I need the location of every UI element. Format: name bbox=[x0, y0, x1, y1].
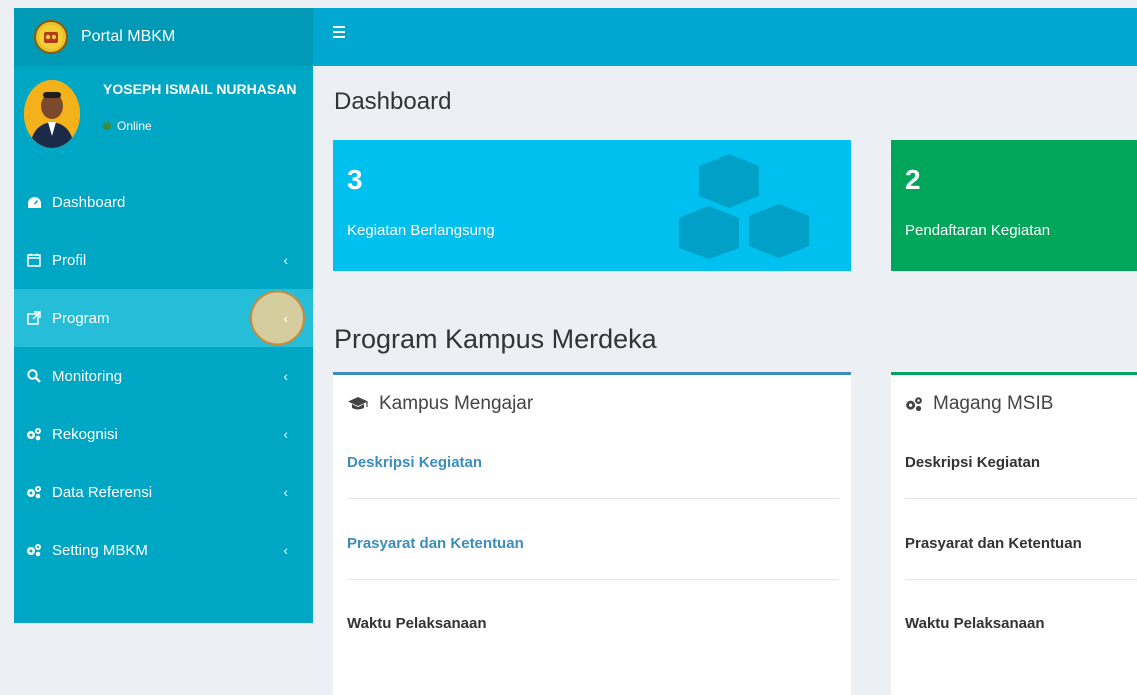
stat-box-kegiatan-berlangsung[interactable]: 3 Kegiatan Berlangsung bbox=[333, 140, 851, 271]
graduation-cap-icon bbox=[347, 396, 369, 412]
click-indicator bbox=[250, 290, 305, 346]
sidebar-item-label: Profil bbox=[52, 251, 87, 269]
university-logo bbox=[34, 20, 68, 54]
sidebar-item-monitoring[interactable]: Monitoring ‹ bbox=[14, 347, 313, 405]
sidebar-item-rekognisi[interactable]: Rekognisi ‹ bbox=[14, 405, 313, 463]
main-content: Dashboard 3 Kegiatan Berlangsung 2 Penda… bbox=[313, 66, 1137, 695]
brand-header[interactable]: Portal MBKM bbox=[14, 8, 313, 66]
sidebar-menu: Dashboard Profil ‹ Program ‹ Monitoring … bbox=[14, 173, 313, 579]
gears-icon bbox=[26, 542, 42, 558]
link-waktu-pelaksanaan[interactable]: Waktu Pelaksanaan bbox=[905, 615, 1045, 632]
chevron-left-icon: ‹ bbox=[283, 252, 288, 268]
menu-toggle-icon[interactable] bbox=[333, 26, 345, 41]
chevron-left-icon: ‹ bbox=[283, 542, 288, 558]
search-icon bbox=[26, 368, 42, 384]
stat-number: 3 bbox=[347, 164, 363, 195]
top-navbar bbox=[313, 8, 1137, 66]
sidebar-item-label: Dashboard bbox=[52, 193, 126, 211]
user-status: Online bbox=[103, 119, 152, 133]
program-card-kampus-mengajar: Kampus Mengajar Deskripsi Kegiatan Prasy… bbox=[333, 372, 851, 695]
link-deskripsi-kegiatan[interactable]: Deskripsi Kegiatan bbox=[347, 454, 482, 471]
chevron-left-icon: ‹ bbox=[283, 426, 288, 442]
sidebar-item-data-referensi[interactable]: Data Referensi ‹ bbox=[14, 463, 313, 521]
link-prasyarat-dan-ketentuan[interactable]: Prasyarat dan Ketentuan bbox=[905, 535, 1082, 552]
sidebar: YOSEPH ISMAIL NURHASAN Online Dashboard … bbox=[14, 66, 313, 623]
link-waktu-pelaksanaan[interactable]: Waktu Pelaksanaan bbox=[347, 615, 487, 632]
sidebar-item-label: Program bbox=[52, 309, 110, 327]
divider bbox=[905, 498, 1137, 499]
online-status-icon bbox=[103, 122, 111, 130]
program-card-header: Kampus Mengajar bbox=[347, 393, 533, 415]
page-title: Dashboard bbox=[334, 88, 452, 115]
avatar bbox=[24, 80, 80, 148]
sidebar-item-label: Rekognisi bbox=[52, 425, 118, 443]
stat-box-pendaftaran-kegiatan[interactable]: 2 Pendaftaran Kegiatan bbox=[891, 140, 1137, 271]
sidebar-item-dashboard[interactable]: Dashboard bbox=[14, 173, 313, 231]
divider bbox=[347, 498, 839, 499]
sidebar-item-program[interactable]: Program ‹ bbox=[14, 289, 313, 347]
cubes-icon bbox=[679, 154, 829, 264]
dashboard-icon bbox=[26, 194, 42, 210]
user-name: YOSEPH ISMAIL NURHASAN bbox=[103, 81, 297, 97]
program-card-header: Magang MSIB bbox=[905, 393, 1053, 415]
program-card-title: Magang MSIB bbox=[933, 393, 1054, 414]
link-prasyarat-dan-ketentuan[interactable]: Prasyarat dan Ketentuan bbox=[347, 535, 524, 552]
brand-name: Portal MBKM bbox=[81, 28, 176, 45]
gears-icon bbox=[26, 426, 42, 442]
user-panel: YOSEPH ISMAIL NURHASAN Online bbox=[14, 66, 313, 166]
program-card-magang-msib: Magang MSIB Deskripsi Kegiatan Prasyarat… bbox=[891, 372, 1137, 695]
program-card-title: Kampus Mengajar bbox=[379, 393, 534, 414]
link-deskripsi-kegiatan[interactable]: Deskripsi Kegiatan bbox=[905, 454, 1040, 471]
external-link-icon bbox=[26, 310, 42, 326]
section-title: Program Kampus Merdeka bbox=[334, 324, 657, 354]
divider bbox=[905, 579, 1137, 580]
chevron-left-icon: ‹ bbox=[283, 310, 288, 326]
sidebar-item-label: Setting MBKM bbox=[52, 541, 148, 559]
sidebar-item-label: Monitoring bbox=[52, 367, 123, 385]
chevron-left-icon: ‹ bbox=[283, 484, 288, 500]
sidebar-item-setting-mbkm[interactable]: Setting MBKM ‹ bbox=[14, 521, 313, 579]
stat-label: Pendaftaran Kegiatan bbox=[905, 222, 1051, 239]
user-status-label: Online bbox=[117, 119, 152, 133]
sidebar-item-label: Data Referensi bbox=[52, 483, 153, 501]
gears-icon bbox=[26, 484, 42, 500]
chevron-left-icon: ‹ bbox=[283, 368, 288, 384]
calendar-icon bbox=[26, 252, 42, 268]
sidebar-item-profil[interactable]: Profil ‹ bbox=[14, 231, 313, 289]
stat-number: 2 bbox=[905, 164, 921, 195]
stat-label: Kegiatan Berlangsung bbox=[347, 222, 495, 239]
divider bbox=[347, 579, 839, 580]
gears-icon bbox=[905, 396, 923, 412]
